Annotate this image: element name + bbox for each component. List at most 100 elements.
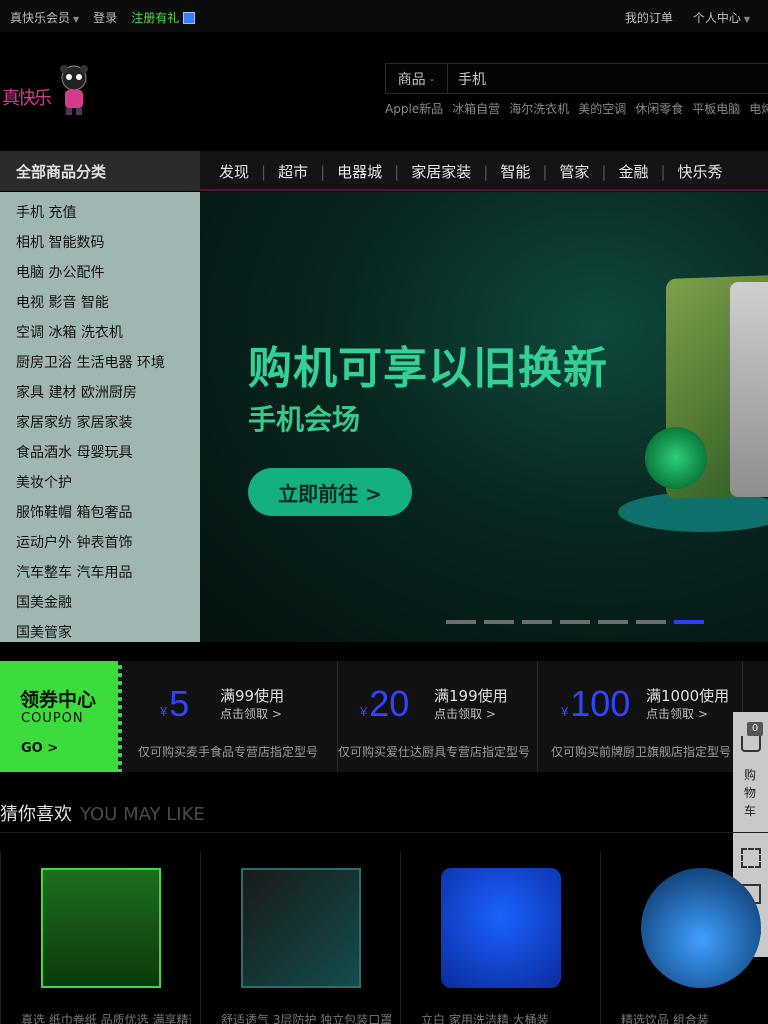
carousel-dots bbox=[446, 620, 704, 624]
product-name[interactable]: 舒适透气 3层防护 独立包装口罩 bbox=[221, 1011, 391, 1024]
category-item[interactable]: 电脑 办公配件 bbox=[0, 258, 200, 288]
banner-headline: 购机可享以旧换新 bbox=[248, 343, 608, 394]
coupon-value: 5 bbox=[169, 683, 190, 724]
nav-link-finance[interactable]: 金融 bbox=[612, 161, 654, 182]
product-card[interactable]: 舒适透气 3层防护 独立包装口罩 bbox=[200, 851, 400, 1024]
category-item[interactable]: 国美金融 bbox=[0, 588, 200, 618]
register-link[interactable]: 注册有礼 bbox=[131, 9, 196, 26]
coupon-claim-link[interactable]: 点击领取 > bbox=[434, 705, 496, 722]
category-item[interactable]: 家居家纺 家居家装 bbox=[0, 408, 200, 438]
all-categories-button[interactable]: 全部商品分类 bbox=[0, 151, 200, 191]
coupon-center-subtitle: COUPON bbox=[21, 711, 84, 726]
category-item[interactable]: 汽车整车 汽车用品 bbox=[0, 558, 200, 588]
nav-link-supermarket[interactable]: 超市 bbox=[272, 161, 314, 182]
coupon-condition: 满199使用 bbox=[434, 687, 508, 705]
category-item[interactable]: 家具 建材 欧洲厨房 bbox=[0, 378, 200, 408]
register-label: 注册有礼 bbox=[131, 11, 180, 25]
hotword-link[interactable]: 电烤箱 bbox=[749, 100, 768, 117]
coupon-amount: ¥5 bbox=[160, 683, 189, 725]
carousel-dot[interactable] bbox=[636, 620, 666, 624]
category-item[interactable]: 手机 充值 bbox=[0, 198, 200, 228]
coupon-card[interactable]: ¥100 满1000使用 点击领取 > 仅可购买前牌厨卫旗舰店指定型号 bbox=[543, 661, 743, 772]
gift-icon bbox=[183, 11, 196, 24]
coupon-go-link[interactable]: GO > bbox=[21, 741, 58, 756]
category-item[interactable]: 运动户外 钟表首饰 bbox=[0, 528, 200, 558]
category-item[interactable]: 空调 冰箱 洗衣机 bbox=[0, 318, 200, 348]
cart-icon[interactable] bbox=[741, 736, 761, 752]
search-input[interactable] bbox=[448, 64, 768, 93]
site-logo[interactable]: 真快乐 bbox=[0, 62, 100, 122]
coupon-center[interactable]: 领券中心 COUPON GO > bbox=[0, 661, 126, 772]
product-card[interactable]: 精选饮品 组合装 bbox=[600, 851, 768, 1024]
category-item[interactable]: 服饰鞋帽 箱包奢品 bbox=[0, 498, 200, 528]
personal-center-menu[interactable]: 个人中心 ▼ bbox=[693, 9, 750, 26]
coupon-condition: 满1000使用 bbox=[646, 687, 730, 705]
carousel-dot[interactable] bbox=[674, 620, 704, 624]
hotword-link[interactable]: 休闲零食 bbox=[635, 100, 683, 117]
coupon-value: 100 bbox=[570, 683, 631, 724]
coupon-description: 仅可购买麦手食品专营店指定型号 bbox=[138, 745, 319, 759]
product-image[interactable] bbox=[641, 868, 761, 988]
carousel-dot[interactable] bbox=[560, 620, 590, 624]
mascot-bear-icon bbox=[60, 65, 88, 115]
category-item[interactable]: 国美管家 bbox=[0, 618, 200, 648]
coupon-card[interactable]: ¥20 满199使用 点击领取 > 仅可购买爱仕达厨具专营店指定型号 bbox=[330, 661, 538, 772]
chevron-down-icon: ▼ bbox=[73, 15, 80, 24]
my-orders-link[interactable]: 我的订单 bbox=[625, 9, 673, 26]
category-item[interactable]: 相机 智能数码 bbox=[0, 228, 200, 258]
product-name[interactable]: 精选饮品 组合装 bbox=[621, 1011, 741, 1024]
category-item[interactable]: 食品酒水 母婴玩具 bbox=[0, 438, 200, 468]
carousel-dot[interactable] bbox=[522, 620, 552, 624]
nav-divider: | bbox=[394, 162, 400, 181]
hero-banner[interactable]: 购机可享以旧换新 手机会场 立即前往 > bbox=[200, 192, 768, 642]
coupon-card[interactable]: ¥5 满99使用 点击领取 > 仅可购买麦手食品专营店指定型号 bbox=[130, 661, 338, 772]
category-item[interactable]: 厨房卫浴 生活电器 环境 bbox=[0, 348, 200, 378]
nav-link-butler[interactable]: 管家 bbox=[553, 161, 595, 182]
login-link[interactable]: 登录 bbox=[93, 9, 117, 26]
nav-divider: | bbox=[542, 162, 548, 181]
coupon-claim-link[interactable]: 点击领取 > bbox=[220, 705, 282, 722]
nav-divider: | bbox=[320, 162, 326, 181]
category-item[interactable]: 电视 影音 智能 bbox=[0, 288, 200, 318]
hotword-link[interactable]: 海尔洗衣机 bbox=[509, 100, 569, 117]
nav-link-show[interactable]: 快乐秀 bbox=[672, 161, 729, 182]
nav-link-discover[interactable]: 发现 bbox=[213, 161, 255, 182]
carousel-dot[interactable] bbox=[598, 620, 628, 624]
chevron-down-icon: ▼ bbox=[743, 15, 750, 24]
nav-link-appliances[interactable]: 电器城 bbox=[331, 161, 388, 182]
pedestal-image bbox=[618, 492, 768, 532]
nav-link-home[interactable]: 家居家装 bbox=[405, 161, 477, 182]
hot-search-words: Apple新品 冰箱自营 海尔洗衣机 美的空调 休闲零食 平板电脑 电烤箱 bbox=[385, 100, 768, 117]
recommend-title: 猜你喜欢 bbox=[0, 804, 72, 825]
hotword-link[interactable]: 美的空调 bbox=[578, 100, 626, 117]
recommend-heading: 猜你喜欢 YOU MAY LIKE bbox=[0, 800, 205, 826]
hotword-link[interactable]: Apple新品 bbox=[385, 100, 443, 117]
product-image[interactable] bbox=[41, 868, 161, 988]
coupon-amount: ¥20 bbox=[360, 683, 409, 725]
search-bar: 商品 ⌄ bbox=[385, 63, 768, 94]
product-name[interactable]: 立白 家用洗洁精 大桶装 bbox=[421, 1011, 591, 1024]
product-name[interactable]: 真选 纸巾卷纸 品质优选 满享精选 bbox=[21, 1011, 191, 1024]
nav-link-smart[interactable]: 智能 bbox=[494, 161, 536, 182]
coupon-description: 仅可购买爱仕达厨具专营店指定型号 bbox=[338, 745, 531, 759]
coupon-condition: 满99使用 bbox=[220, 687, 285, 705]
member-menu[interactable]: 真快乐会员 ▼ bbox=[10, 9, 79, 26]
search-category-select[interactable]: 商品 ⌄ bbox=[386, 64, 448, 93]
product-card[interactable]: 立白 家用洗洁精 大桶装 bbox=[400, 851, 600, 1024]
product-image[interactable] bbox=[241, 868, 361, 988]
category-item[interactable]: 美妆个护 bbox=[0, 468, 200, 498]
carousel-dot[interactable] bbox=[446, 620, 476, 624]
product-image[interactable] bbox=[441, 868, 561, 988]
member-label: 真快乐会员 bbox=[10, 11, 71, 25]
coupon-claim-link[interactable]: 点击领取 > bbox=[646, 705, 708, 722]
hotword-link[interactable]: 平板电脑 bbox=[692, 100, 740, 117]
banner-cta-button[interactable]: 立即前往 > bbox=[248, 468, 412, 516]
divider bbox=[0, 832, 768, 833]
cart-count-badge: 0 bbox=[747, 722, 763, 736]
product-card[interactable]: 真选 纸巾卷纸 品质优选 满享精选 bbox=[0, 851, 200, 1024]
cart-label[interactable]: 购物车 bbox=[744, 766, 758, 820]
recommend-title-en: YOU MAY LIKE bbox=[80, 804, 205, 825]
hotword-link[interactable]: 冰箱自营 bbox=[452, 100, 500, 117]
carousel-dot[interactable] bbox=[484, 620, 514, 624]
category-menu: 手机 充值 相机 智能数码 电脑 办公配件 电视 影音 智能 空调 冰箱 洗衣机… bbox=[0, 192, 200, 642]
